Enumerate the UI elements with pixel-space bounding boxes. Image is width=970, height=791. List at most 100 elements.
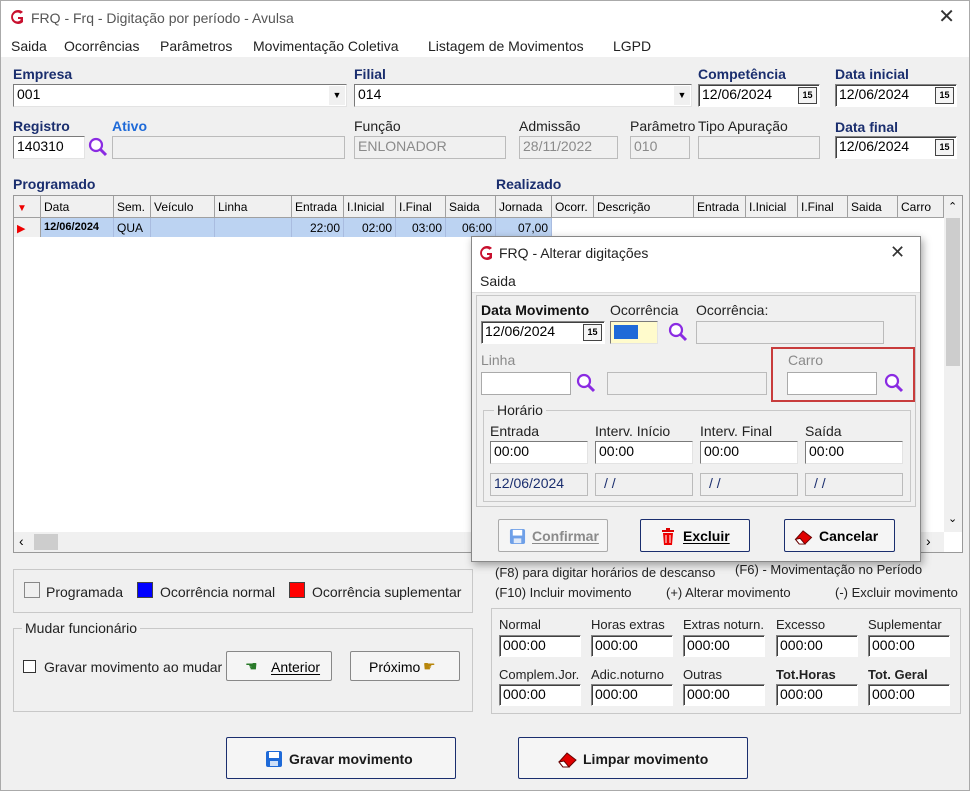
col-i-final-r[interactable]: I.Final bbox=[798, 196, 848, 218]
ativo-label: Ativo bbox=[112, 118, 147, 134]
window-title: FRQ - Frq - Digitação por período - Avul… bbox=[31, 10, 294, 26]
search-icon[interactable] bbox=[87, 136, 109, 158]
menu-ocorrencias[interactable]: Ocorrências bbox=[64, 38, 139, 54]
ocorrencia-desc-field bbox=[696, 321, 884, 344]
linha-field[interactable] bbox=[481, 372, 571, 395]
registro-field[interactable]: 140310 bbox=[13, 136, 85, 159]
dialog-menu-saida[interactable]: Saida bbox=[480, 273, 516, 289]
legend-swatch-suplementar bbox=[289, 582, 305, 598]
competencia-field[interactable]: 12/06/2024 15 bbox=[698, 84, 820, 107]
scroll-thumb[interactable] bbox=[946, 218, 960, 366]
col-carro-r[interactable]: Carro bbox=[898, 196, 944, 218]
col-i-inicial[interactable]: I.Inicial bbox=[344, 196, 396, 218]
total-label: Extras noturn. bbox=[683, 617, 764, 632]
calendar-icon[interactable]: 15 bbox=[935, 87, 954, 104]
menu-listagem[interactable]: Listagem de Movimentos bbox=[428, 38, 584, 54]
competencia-label: Competência bbox=[698, 66, 786, 82]
carro-field[interactable] bbox=[787, 372, 877, 395]
horario-title: Horário bbox=[494, 402, 546, 418]
data-movimento-field[interactable]: 12/06/2024 15 bbox=[481, 321, 605, 344]
totals-group: Normal Horas extras Extras noturn. Exces… bbox=[491, 608, 961, 714]
filial-select[interactable]: 014 ▼ bbox=[354, 84, 692, 107]
col-sem[interactable]: Sem. bbox=[114, 196, 151, 218]
total-field: 000:00 bbox=[591, 684, 673, 706]
scroll-right-icon[interactable]: › bbox=[926, 533, 931, 549]
interv-inicio-label: Interv. Início bbox=[595, 423, 671, 439]
anterior-button[interactable]: ☚ Anterior bbox=[226, 651, 332, 681]
entrada-field[interactable]: 00:00 bbox=[490, 441, 588, 464]
saida-label: Saída bbox=[805, 423, 842, 439]
calendar-icon[interactable]: 15 bbox=[583, 324, 602, 341]
excluir-button[interactable]: Excluir bbox=[640, 519, 750, 552]
empresa-label: Empresa bbox=[13, 66, 73, 82]
col-data[interactable]: Data bbox=[41, 196, 114, 218]
table-cell[interactable] bbox=[151, 218, 215, 237]
gravar-ao-mudar-checkbox[interactable] bbox=[23, 660, 36, 673]
menu-saida[interactable]: Saida bbox=[11, 38, 47, 54]
hint-f8: (F8) para digitar horários de descanso bbox=[495, 565, 716, 580]
search-icon[interactable] bbox=[575, 372, 597, 394]
data-final-field[interactable]: 12/06/2024 15 bbox=[835, 136, 957, 159]
ocorrencia-field[interactable] bbox=[610, 321, 658, 344]
table-cell[interactable]: 06:00 bbox=[446, 218, 496, 237]
parametro-label: Parâmetro bbox=[630, 118, 696, 134]
dialog-close-icon[interactable]: ✕ bbox=[890, 242, 905, 263]
search-icon[interactable] bbox=[667, 321, 689, 343]
table-cell[interactable]: 07,00 bbox=[496, 218, 552, 237]
total-label: Suplementar bbox=[868, 617, 942, 632]
total-label: Horas extras bbox=[591, 617, 665, 632]
table-cell[interactable]: 02:00 bbox=[344, 218, 396, 237]
confirmar-button[interactable]: Confirmar bbox=[498, 519, 608, 552]
cancelar-button[interactable]: Cancelar bbox=[784, 519, 895, 552]
interv-inicio-field[interactable]: 00:00 bbox=[595, 441, 693, 464]
scroll-left-icon[interactable]: ‹ bbox=[19, 533, 24, 549]
col-descricao[interactable]: Descrição bbox=[594, 196, 694, 218]
table-cell[interactable]: 03:00 bbox=[396, 218, 446, 237]
empresa-select[interactable]: 001 ▼ bbox=[13, 84, 347, 107]
col-saida[interactable]: Saida bbox=[446, 196, 496, 218]
col-i-final[interactable]: I.Final bbox=[396, 196, 446, 218]
total-field: 000:00 bbox=[868, 684, 950, 706]
chevron-down-icon[interactable]: ▼ bbox=[674, 86, 690, 105]
calendar-icon[interactable]: 15 bbox=[798, 87, 817, 104]
col-veiculo[interactable]: Veículo bbox=[151, 196, 215, 218]
mudar-funcionario-group: Mudar funcionário Gravar movimento ao mu… bbox=[13, 620, 473, 712]
col-saida-r[interactable]: Saida bbox=[848, 196, 898, 218]
search-icon[interactable] bbox=[883, 372, 905, 394]
saida-field[interactable]: 00:00 bbox=[805, 441, 903, 464]
menu-movimentacao-coletiva[interactable]: Movimentação Coletiva bbox=[253, 38, 399, 54]
col-entrada-r[interactable]: Entrada bbox=[694, 196, 746, 218]
menu-lgpd[interactable]: LGPD bbox=[613, 38, 651, 54]
table-cell[interactable]: QUA bbox=[114, 218, 151, 237]
hint-minus: (-) Excluir movimento bbox=[835, 585, 958, 600]
close-icon[interactable]: ✕ bbox=[938, 7, 955, 27]
linha-label: Linha bbox=[481, 352, 516, 368]
carro-label: Carro bbox=[788, 352, 824, 368]
col-linha[interactable]: Linha bbox=[215, 196, 292, 218]
ocorrencia-label: Ocorrência bbox=[610, 302, 679, 318]
total-field: 000:00 bbox=[499, 684, 581, 706]
proximo-button[interactable]: Próximo ☛ bbox=[350, 651, 460, 681]
total-field: 000:00 bbox=[868, 635, 950, 657]
table-cell[interactable] bbox=[215, 218, 292, 237]
col-entrada[interactable]: Entrada bbox=[292, 196, 344, 218]
menu-parametros[interactable]: Parâmetros bbox=[160, 38, 232, 54]
col-ocorr[interactable]: Ocorr. bbox=[552, 196, 594, 218]
col-i-inicial-r[interactable]: I.Inicial bbox=[746, 196, 798, 218]
table-cell[interactable]: 12/06/2024 bbox=[41, 218, 114, 237]
table-cell[interactable]: 22:00 bbox=[292, 218, 344, 237]
limpar-movimento-button[interactable]: Limpar movimento bbox=[518, 737, 748, 779]
data-inicial-field[interactable]: 12/06/2024 15 bbox=[835, 84, 957, 107]
col-jornada[interactable]: Jornada bbox=[496, 196, 552, 218]
eraser-icon bbox=[558, 752, 577, 768]
calendar-icon[interactable]: 15 bbox=[935, 139, 954, 156]
gravar-movimento-button[interactable]: Gravar movimento bbox=[226, 737, 456, 779]
row-indicator[interactable]: ▶ bbox=[14, 218, 41, 237]
scroll-down-icon[interactable]: ⌄ bbox=[948, 512, 957, 525]
interv-final-field[interactable]: 00:00 bbox=[700, 441, 798, 464]
scroll-thumb-h[interactable] bbox=[34, 534, 58, 550]
title-bar: FRQ - Frq - Digitação por período - Avul… bbox=[1, 1, 969, 35]
scroll-up-icon[interactable]: ⌃ bbox=[948, 200, 957, 213]
vertical-scrollbar[interactable]: ⌃ ⌄ bbox=[944, 196, 962, 532]
chevron-down-icon[interactable]: ▼ bbox=[329, 86, 345, 105]
